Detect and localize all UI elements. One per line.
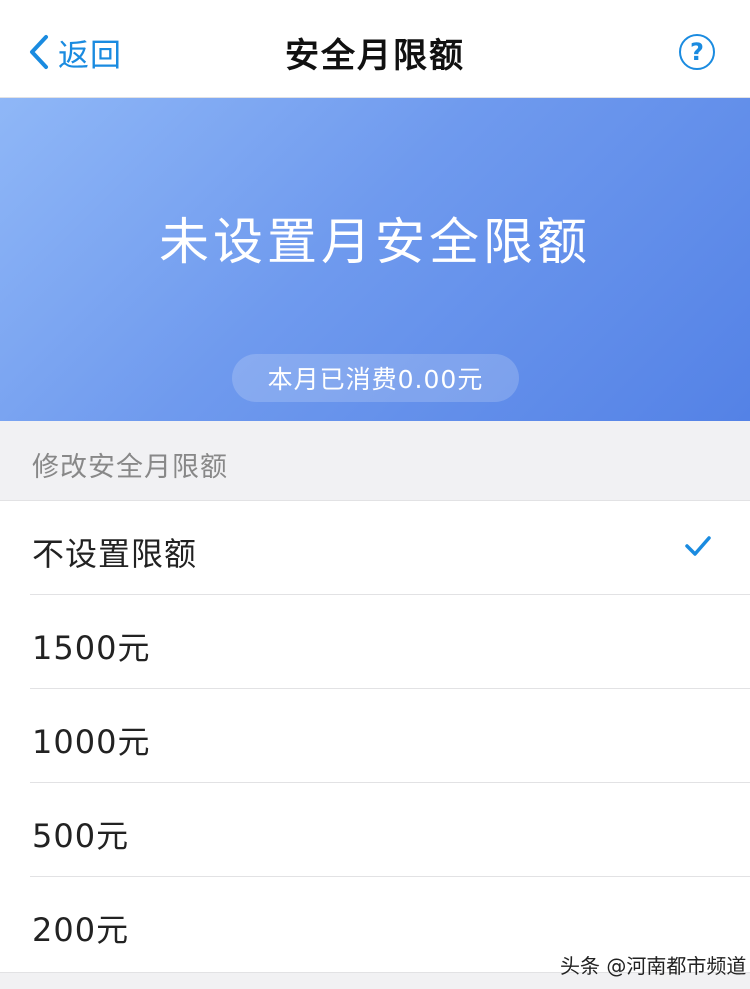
watermark: 头条 @河南都市频道 bbox=[560, 954, 747, 978]
limit-options-list: 不设置限额 1500元 1000元 500元 200元 bbox=[0, 501, 750, 973]
option-no-limit[interactable]: 不设置限额 bbox=[0, 501, 750, 595]
page-title: 安全月限额 bbox=[285, 36, 465, 76]
navigation-bar: 返回 安全月限额 ? bbox=[0, 0, 750, 98]
question-circle-icon[interactable]: ? bbox=[679, 34, 715, 70]
option-label: 不设置限额 bbox=[32, 535, 198, 573]
option-500[interactable]: 500元 bbox=[0, 783, 750, 877]
monthly-spent-badge: 本月已消费0.00元 bbox=[232, 354, 519, 402]
option-label: 1500元 bbox=[32, 629, 151, 667]
option-label: 1000元 bbox=[32, 723, 151, 761]
checkmark-icon bbox=[684, 535, 712, 561]
limit-status-banner: 未设置月安全限额 本月已消费0.00元 bbox=[0, 98, 750, 421]
option-1000[interactable]: 1000元 bbox=[0, 689, 750, 783]
option-1500[interactable]: 1500元 bbox=[0, 595, 750, 689]
option-label: 200元 bbox=[32, 911, 130, 949]
limit-status-title: 未设置月安全限额 bbox=[159, 213, 591, 271]
page: 返回 安全月限额 ? 未设置月安全限额 本月已消费0.00元 修改安全月限额 不… bbox=[0, 0, 750, 989]
section-header-label: 修改安全月限额 bbox=[32, 452, 228, 483]
help-symbol: ? bbox=[690, 38, 704, 66]
option-label: 500元 bbox=[32, 817, 130, 855]
section-header: 修改安全月限额 bbox=[0, 421, 750, 501]
